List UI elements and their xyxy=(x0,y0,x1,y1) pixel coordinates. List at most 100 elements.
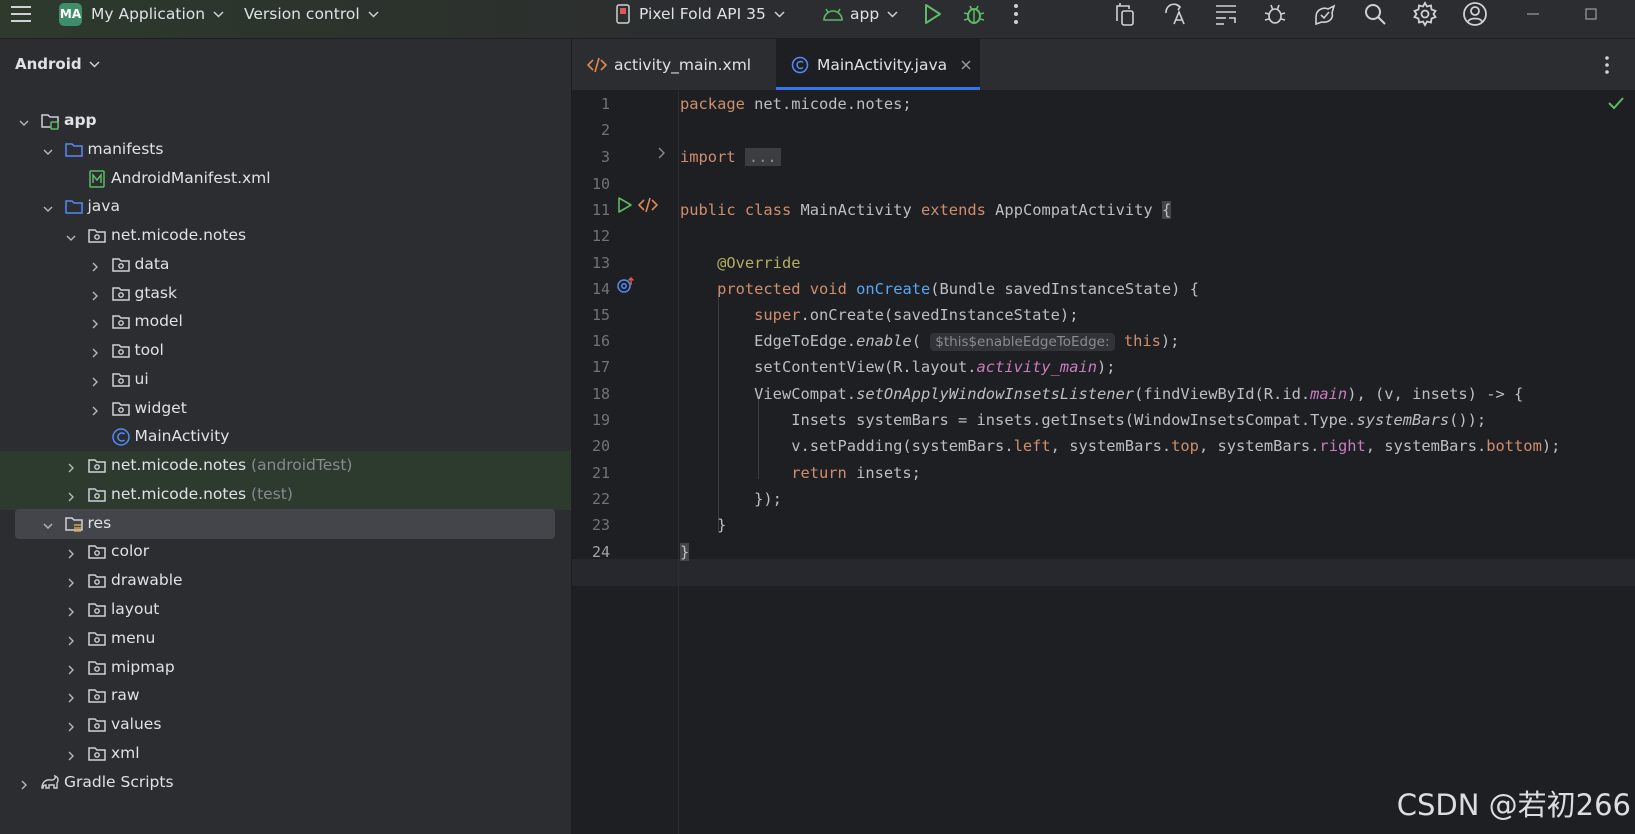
chevron-right-icon[interactable] xyxy=(89,288,101,301)
tree-item-label: xml xyxy=(111,744,140,762)
line-number[interactable]: 17 xyxy=(572,354,610,381)
run-button[interactable] xyxy=(919,1,945,27)
account-button[interactable] xyxy=(1462,1,1488,27)
tree-item[interactable]: net.micode.notes (androidTest) xyxy=(0,451,571,481)
run-gutter-icon[interactable] xyxy=(616,196,634,214)
device-selector[interactable]: Pixel Fold API 35 xyxy=(614,0,785,28)
tree-item[interactable]: values xyxy=(0,710,571,740)
tree-item[interactable]: net.micode.notes xyxy=(0,221,571,251)
line-number[interactable]: 2 xyxy=(572,117,610,144)
no-problems-check-icon[interactable] xyxy=(1607,96,1625,110)
chevron-right-icon[interactable] xyxy=(65,719,77,732)
run-config-selector[interactable]: app xyxy=(822,0,898,28)
debug-button[interactable] xyxy=(961,1,987,27)
close-icon[interactable] xyxy=(961,60,971,70)
tree-item[interactable]: Gradle Scripts xyxy=(0,768,571,798)
code-line-24: } xyxy=(680,539,690,566)
chevron-down-icon[interactable] xyxy=(42,144,54,156)
line-number[interactable]: 1 xyxy=(572,91,610,118)
chevron-right-icon[interactable] xyxy=(89,374,101,387)
chevron-down-icon[interactable] xyxy=(42,201,54,213)
code-editor[interactable]: 1 2 3 10 11 12 13 14 15 16 17 18 19 20 21 22 23 24 packag… xyxy=(572,91,1635,834)
chevron-right-icon[interactable] xyxy=(65,633,77,646)
line-number[interactable]: 20 xyxy=(572,433,610,460)
chevron-right-icon[interactable] xyxy=(65,662,77,675)
tree-item[interactable]: net.micode.notes (test) xyxy=(0,480,571,510)
tree-item[interactable]: res xyxy=(15,509,555,539)
chevron-right-icon[interactable] xyxy=(65,748,77,761)
device-manager-button[interactable] xyxy=(1113,1,1139,27)
line-number[interactable]: 19 xyxy=(572,407,610,434)
line-number[interactable]: 21 xyxy=(572,460,610,487)
chevron-right-icon[interactable] xyxy=(65,604,77,617)
tree-item[interactable]: app xyxy=(0,106,571,136)
chevron-right-icon[interactable] xyxy=(65,690,77,703)
vcs-selector[interactable]: Version control xyxy=(244,0,379,28)
code-token: insets; xyxy=(846,464,921,482)
chevron-right-icon[interactable] xyxy=(65,575,77,588)
tree-item[interactable]: menu xyxy=(0,624,571,654)
tree-item[interactable]: xml xyxy=(0,739,571,769)
tree-item[interactable]: raw xyxy=(0,681,571,711)
main-menu-button[interactable] xyxy=(10,0,36,28)
line-number[interactable]: 22 xyxy=(572,486,610,513)
chevron-right-icon[interactable] xyxy=(89,316,101,329)
line-number[interactable]: 16 xyxy=(572,328,610,355)
minimize-button[interactable] xyxy=(1520,1,1546,27)
structure-button[interactable] xyxy=(1213,1,1239,27)
translations-button[interactable] xyxy=(1163,1,1189,27)
tree-item[interactable]: mipmap xyxy=(0,653,571,683)
chevron-right-icon[interactable] xyxy=(89,345,101,358)
tree-label-text: res xyxy=(87,514,112,532)
tree-item[interactable]: MainActivity xyxy=(0,422,571,452)
chevron-right-icon[interactable] xyxy=(89,259,101,272)
related-xml-icon[interactable] xyxy=(638,196,658,214)
chevron-down-icon[interactable] xyxy=(18,115,30,127)
chevron-right-icon[interactable] xyxy=(65,546,77,559)
package-folder-icon xyxy=(87,456,107,476)
folded-imports[interactable]: ... xyxy=(744,148,781,166)
line-number[interactable]: 24 xyxy=(572,539,610,566)
tree-item[interactable]: drawable xyxy=(0,566,571,596)
tree-item[interactable]: ui xyxy=(0,365,571,395)
chevron-right-icon[interactable] xyxy=(18,777,30,790)
tree-label-text: color xyxy=(111,542,150,560)
tree-item[interactable]: tool xyxy=(0,336,571,366)
tree-item[interactable]: gtask xyxy=(0,279,571,309)
tree-item[interactable]: widget xyxy=(0,394,571,424)
tab-mainactivity-java[interactable]: MainActivity.java xyxy=(776,39,980,90)
line-number[interactable]: 11 xyxy=(572,197,610,224)
tree-item[interactable]: model xyxy=(0,307,571,337)
override-icon[interactable] xyxy=(617,276,637,294)
line-number[interactable]: 10 xyxy=(572,171,610,198)
settings-button[interactable] xyxy=(1412,1,1438,27)
chevron-right-icon[interactable] xyxy=(65,489,77,502)
tree-item[interactable]: AndroidManifest.xml xyxy=(0,164,571,194)
tree-item[interactable]: data xyxy=(0,250,571,280)
line-number[interactable]: 13 xyxy=(572,250,610,277)
project-selector[interactable]: MA My Application xyxy=(59,0,224,28)
line-number[interactable]: 18 xyxy=(572,381,610,408)
line-number[interactable]: 12 xyxy=(572,223,610,250)
project-view-selector[interactable]: Android xyxy=(15,55,100,73)
chevron-down-icon[interactable] xyxy=(42,518,54,530)
chevron-right-icon[interactable] xyxy=(89,403,101,416)
line-number[interactable]: 23 xyxy=(572,512,610,539)
app-inspection-button[interactable] xyxy=(1262,1,1288,27)
tree-item[interactable]: java xyxy=(0,192,571,222)
tree-item[interactable]: color xyxy=(0,537,571,567)
tree-item[interactable]: layout xyxy=(0,595,571,625)
tab-activity-main-xml[interactable]: activity_main.xml xyxy=(572,39,774,90)
tab-actions-button[interactable] xyxy=(1596,52,1618,78)
gemini-button[interactable] xyxy=(1312,1,1338,27)
chevron-down-icon[interactable] xyxy=(65,230,77,242)
line-number[interactable]: 3 xyxy=(572,144,610,171)
search-button[interactable] xyxy=(1362,1,1388,27)
maximize-button[interactable] xyxy=(1578,1,1604,27)
tree-item[interactable]: manifests xyxy=(0,135,571,165)
more-actions-button[interactable] xyxy=(1003,1,1029,27)
fold-expand-icon[interactable] xyxy=(657,147,667,159)
line-number[interactable]: 14 xyxy=(572,276,610,303)
line-number[interactable]: 15 xyxy=(572,302,610,329)
chevron-right-icon[interactable] xyxy=(65,460,77,473)
